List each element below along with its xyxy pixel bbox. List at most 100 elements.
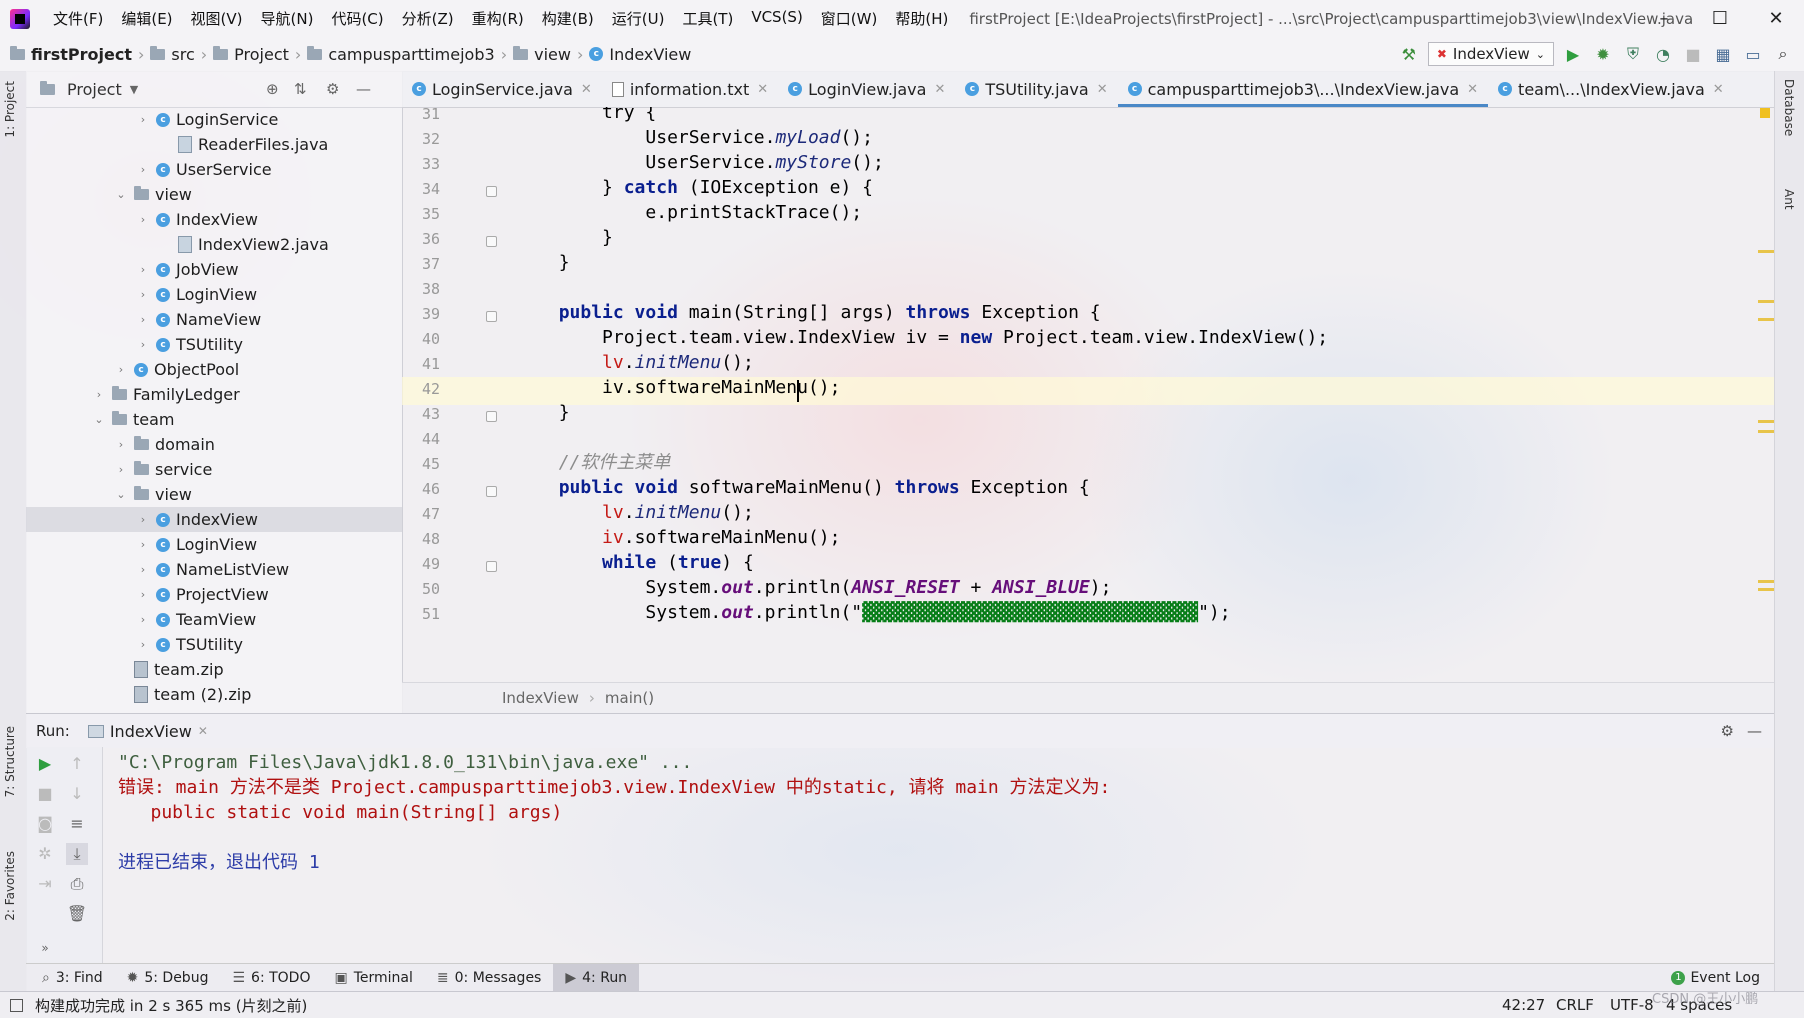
nav-crumb[interactable]: view [513,45,571,64]
profile-icon[interactable]: ◔ [1652,43,1674,65]
chevron-icon[interactable]: › [136,157,150,182]
tree-item[interactable]: › c UserService [136,157,272,182]
menu-item[interactable]: 文件(F) [44,8,112,29]
soft-wrap-icon[interactable]: ≡ [66,813,88,835]
exit-icon[interactable]: ⇥ [34,873,56,895]
chevron-icon[interactable]: › [136,557,150,582]
editor-tab[interactable]: information.txt ✕ [602,71,778,107]
editor-tab[interactable]: c team\...\IndexView.java ✕ [1488,71,1734,107]
nav-crumb[interactable]: firstProject [10,45,132,64]
gear-icon[interactable]: ⚙ [1721,722,1734,740]
down-arrow-icon[interactable]: ↓ [66,783,88,805]
nav-crumb[interactable]: src [150,45,195,64]
editor-tab[interactable]: c LoginService.java ✕ [402,71,602,107]
project-tool-tab[interactable]: 1: Project [3,81,17,138]
hide-icon[interactable]: — [1747,722,1762,740]
tree-item[interactable]: › c ObjectPool [114,357,239,382]
chevron-icon[interactable]: › [136,282,150,307]
file-encoding[interactable]: UTF-8 [1610,996,1654,1014]
tree-item[interactable]: › c NameListView [136,557,289,582]
chevron-icon[interactable]: › [114,457,128,482]
tree-item[interactable]: ⌄ view [114,182,191,207]
error-stripe-mark[interactable] [1758,250,1774,253]
database-tool-tab[interactable]: Database [1782,79,1796,136]
menu-item[interactable]: 构建(B) [533,8,603,29]
tree-item[interactable]: › c TSUtility [136,632,243,657]
menu-item[interactable]: 代码(C) [322,8,392,29]
collapse-all-icon[interactable]: ⇅ [294,80,307,98]
nav-crumb[interactable]: Project [213,45,289,64]
menu-item[interactable]: 分析(Z) [393,8,463,29]
tree-item[interactable]: team.zip [114,657,224,682]
debug-icon[interactable]: ✹ [1592,43,1614,65]
tree-item[interactable]: ⌄ team [92,407,174,432]
error-stripe-mark[interactable] [1758,420,1774,423]
error-stripe-mark[interactable] [1758,580,1774,583]
error-stripe-mark[interactable] [1758,588,1774,591]
caret-position[interactable]: 42:27 [1502,996,1545,1014]
menu-item[interactable]: 工具(T) [673,8,742,29]
more-icon[interactable]: » [34,937,56,959]
build-hammer-icon[interactable]: ⚒ [1398,43,1420,65]
tool-tab[interactable]: ▣ Terminal [322,964,424,992]
tree-item[interactable]: › domain [114,432,215,457]
tree-item[interactable]: › FamilyLedger [92,382,240,407]
menu-item[interactable]: 窗口(W) [812,8,887,29]
stop-icon[interactable]: ■ [34,783,56,805]
tree-item[interactable]: › c JobView [136,257,239,282]
tree-item[interactable]: IndexView2.java [158,232,329,257]
chevron-down-icon[interactable]: ▼ [130,83,138,96]
tree-item[interactable]: ⌄ view [114,482,191,507]
menu-item[interactable]: VCS(S) [742,8,811,29]
chevron-icon[interactable]: ⌄ [114,482,128,507]
menu-item[interactable]: 运行(U) [603,8,674,29]
tool-tab[interactable]: ⌕ 3: Find [30,964,115,992]
structure-tool-tab[interactable]: 7: Structure [3,726,17,797]
chevron-icon[interactable]: › [136,632,150,657]
print-icon[interactable]: ⎙ [66,873,88,895]
scroll-to-end-icon[interactable]: ⤓ [66,843,88,865]
status-message[interactable]: 构建成功完成 in 2 s 365 ms (片刻之前) [35,995,307,1016]
chevron-icon[interactable]: › [136,332,150,357]
chevron-icon[interactable]: › [136,257,150,282]
chevron-icon[interactable]: ⌄ [92,407,106,432]
camera-icon[interactable]: ◙ [34,813,56,835]
close-icon[interactable]: ✕ [198,724,208,738]
tree-item[interactable]: › c IndexView [136,207,258,232]
tree-item[interactable]: ReaderFiles.java [158,132,328,157]
tree-item[interactable]: › c IndexView [26,507,402,532]
close-icon[interactable]: ✕ [1467,82,1478,97]
breadcrumb-class[interactable]: IndexView [502,689,579,707]
warning-indicator-icon[interactable] [1760,108,1770,118]
error-stripe-mark[interactable] [1758,430,1774,433]
tool-tab[interactable]: ✹ 5: Debug [115,964,221,992]
nav-crumb[interactable]: c IndexView [589,45,691,64]
ant-tool-tab[interactable]: Ant [1782,189,1796,210]
gear-icon[interactable]: ⚙ [326,80,339,98]
chevron-icon[interactable]: › [136,607,150,632]
event-log-button[interactable]: 1 Event Log [1671,970,1760,986]
editor-tab[interactable]: c campusparttimejob3\...\IndexView.java ✕ [1117,71,1489,107]
editor-tab[interactable]: c TSUtility.java ✕ [955,71,1117,107]
close-icon[interactable]: ✕ [934,82,945,97]
menu-item[interactable]: 编辑(E) [112,8,181,29]
run-tab-indexview[interactable]: IndexView ✕ [87,722,208,741]
console-output[interactable]: "C:\Program Files\Java\jdk1.8.0_131\bin\… [102,747,1774,963]
coverage-icon[interactable]: ⛨ [1622,43,1644,65]
project-structure-icon[interactable]: ▦ [1712,43,1734,65]
nav-crumb[interactable]: campusparttimejob3 [307,45,495,64]
editor-tab[interactable]: c LoginView.java ✕ [778,71,955,107]
error-stripe-mark[interactable] [1758,300,1774,303]
breadcrumb-method[interactable]: main() [605,689,654,707]
window-icon[interactable]: ▭ [1742,43,1764,65]
maximize-icon[interactable]: ☐ [1692,0,1748,37]
chevron-icon[interactable]: › [136,307,150,332]
tree-item[interactable]: › c LoginView [136,532,257,557]
rerun-icon[interactable]: ▶ [34,753,56,775]
chevron-icon[interactable]: › [114,357,128,382]
toggle-tool-windows-icon[interactable] [10,998,23,1012]
close-icon[interactable]: ✕ [1713,82,1724,97]
menu-item[interactable]: 帮助(H) [886,8,957,29]
search-icon[interactable]: ⌕ [1772,43,1794,65]
chevron-icon[interactable]: › [136,532,150,557]
